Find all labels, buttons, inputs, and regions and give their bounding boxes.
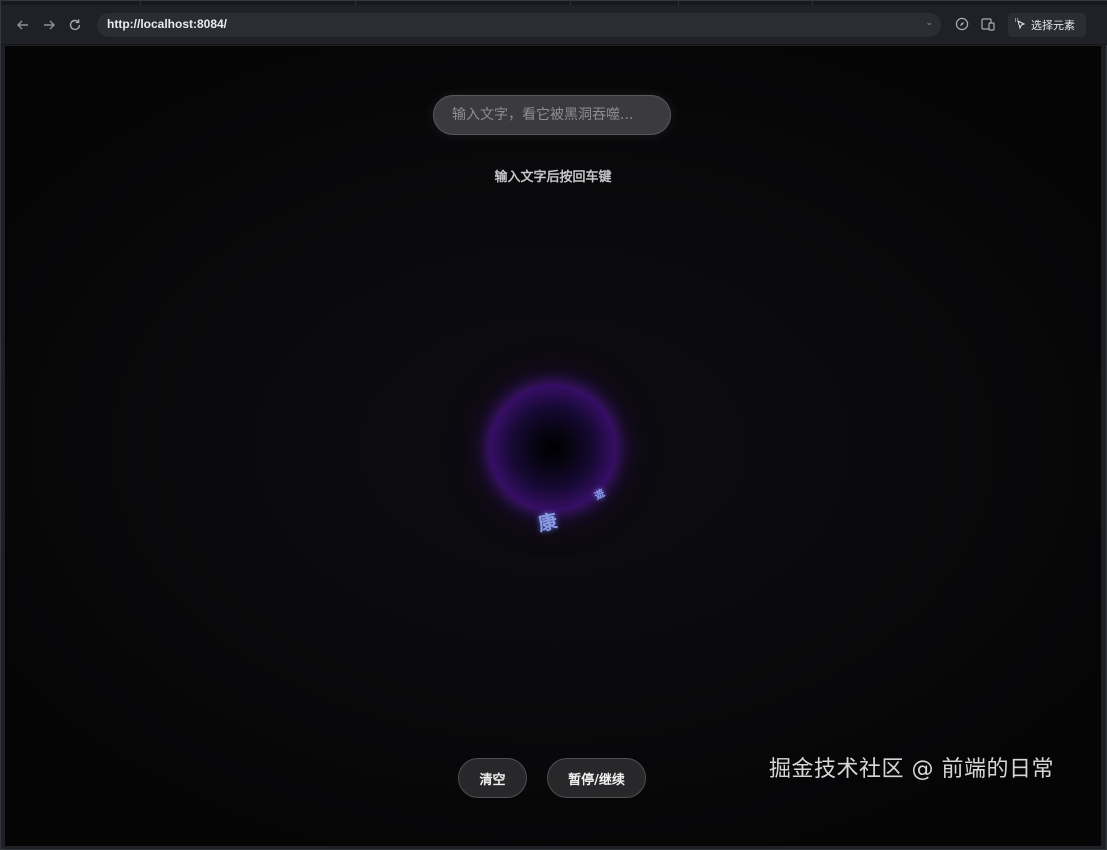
forward-arrow-icon[interactable] — [39, 15, 59, 35]
select-element-label: 选择元素 — [1031, 19, 1075, 32]
device-toolbar-icon[interactable] — [979, 15, 997, 33]
hint-text: 输入文字后按回车键 — [494, 170, 612, 185]
browser-toolbar: http://localhost:8084/ ⌄ 选择元素 — [1, 5, 1107, 45]
reload-icon[interactable] — [65, 15, 85, 35]
chevron-down-icon[interactable]: ⌄ — [925, 18, 933, 28]
orbiting-char: 遊 — [592, 487, 608, 503]
back-arrow-icon[interactable] — [13, 15, 33, 35]
browser-window: http://localhost:8084/ ⌄ 选择元素 输入文字后按回车键 … — [0, 0, 1107, 850]
compass-icon[interactable] — [953, 15, 971, 33]
address-bar[interactable]: http://localhost:8084/ ⌄ — [97, 13, 941, 37]
clear-button[interactable]: 清空 — [458, 758, 527, 798]
select-element-button[interactable]: 选择元素 — [1008, 13, 1086, 37]
watermark: 掘金技术社区 @ 前端的日常 — [769, 757, 1054, 782]
url-text[interactable]: http://localhost:8084/ — [107, 17, 227, 31]
page-viewport: 输入文字后按回车键 康 遊 清空 暂停/继续 — [5, 46, 1101, 846]
pause-resume-button[interactable]: 暂停/继续 — [547, 758, 646, 798]
cursor-select-icon — [1014, 18, 1026, 33]
word-input[interactable] — [433, 95, 671, 135]
